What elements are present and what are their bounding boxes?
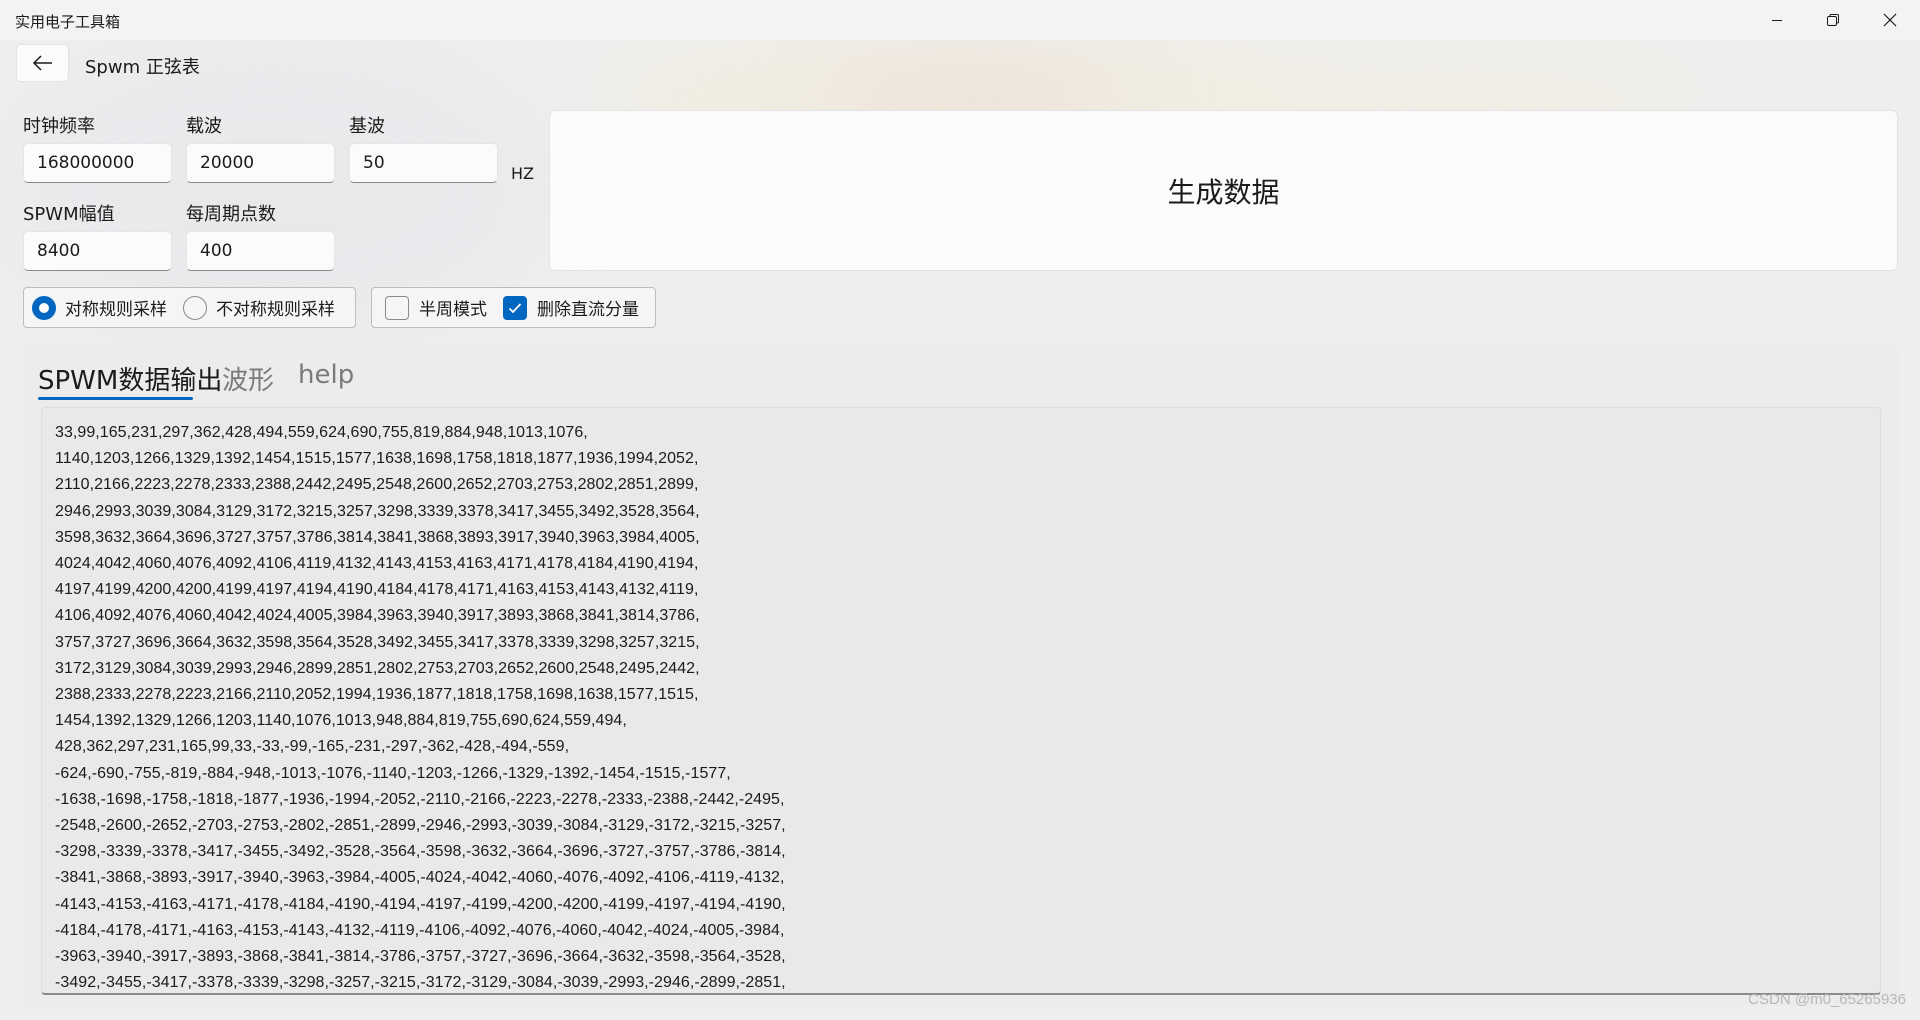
- remove-dc-label: 删除直流分量: [537, 300, 639, 320]
- unit-label: HZ: [511, 164, 534, 183]
- restore-button[interactable]: [1805, 0, 1861, 40]
- close-button[interactable]: [1862, 0, 1918, 40]
- clock-frequency-label: 时钟频率: [23, 116, 95, 137]
- spwm-output-text: 33,99,165,231,297,362,428,494,559,624,69…: [55, 420, 1865, 993]
- output-line: 1140,1203,1266,1329,1392,1454,1515,1577,…: [55, 450, 699, 468]
- points-per-cycle-label: 每周期点数: [186, 204, 276, 225]
- arrow-left-icon: [32, 55, 52, 71]
- output-line: 3172,3129,3084,3039,2993,2946,2899,2851,…: [55, 659, 700, 677]
- output-line: 4106,4092,4076,4060,4042,4024,4005,3984,…: [55, 607, 700, 625]
- checkbox-unchecked-icon: [385, 295, 409, 320]
- output-line: 3757,3727,3696,3664,3632,3598,3564,3528,…: [55, 633, 700, 651]
- output-line: 4197,4199,4200,4200,4199,4197,4194,4190,…: [55, 581, 699, 599]
- output-line: 428,362,297,231,165,99,33,-33,-99,-165,-…: [55, 738, 570, 756]
- output-line: 1454,1392,1329,1266,1203,1140,1076,1013,…: [55, 712, 627, 730]
- output-line: -4143,-4153,-4163,-4171,-4178,-4184,-419…: [55, 895, 786, 913]
- minimize-button[interactable]: [1749, 0, 1805, 40]
- radio-unselected-icon: [183, 295, 207, 320]
- output-line: 2946,2993,3039,3084,3129,3172,3215,3257,…: [55, 502, 700, 520]
- checkmark-icon: [503, 295, 527, 320]
- output-line: -3298,-3339,-3378,-3417,-3455,-3492,-352…: [55, 843, 786, 861]
- generate-data-button[interactable]: 生成数据: [549, 110, 1898, 271]
- fundamental-input[interactable]: 50: [349, 143, 498, 183]
- half-cycle-label: 半周模式: [419, 300, 487, 320]
- output-line: -624,-690,-755,-819,-884,-948,-1013,-107…: [55, 764, 731, 782]
- output-line: -1638,-1698,-1758,-1818,-1877,-1936,-199…: [55, 790, 785, 808]
- spwm-output-textbox[interactable]: 33,99,165,231,297,362,428,494,559,624,69…: [41, 407, 1881, 995]
- asymmetric-sampling-radio[interactable]: 不对称规则采样: [183, 288, 335, 327]
- fundamental-label: 基波: [349, 116, 385, 137]
- half-cycle-checkbox[interactable]: 半周模式: [385, 288, 487, 327]
- clock-frequency-input[interactable]: 168000000: [23, 143, 172, 183]
- amplitude-input[interactable]: 8400: [23, 231, 172, 271]
- output-line: 2110,2166,2223,2278,2333,2388,2442,2495,…: [55, 476, 699, 494]
- active-tab-indicator: [38, 397, 193, 400]
- app-title: 实用电子工具箱: [15, 13, 121, 31]
- watermark: CSDN @m0_65265936: [1748, 991, 1906, 1008]
- amplitude-label: SPWM幅值: [23, 204, 115, 225]
- minimize-icon: [1772, 20, 1782, 21]
- title-bar: 实用电子工具箱: [0, 0, 1920, 40]
- symmetric-sampling-label: 对称规则采样: [65, 300, 167, 320]
- output-line: -4184,-4178,-4171,-4163,-4153,-4143,-413…: [55, 921, 785, 939]
- output-line: 4024,4042,4060,4076,4092,4106,4119,4132,…: [55, 555, 699, 573]
- asymmetric-sampling-label: 不对称规则采样: [216, 300, 335, 320]
- remove-dc-checkbox[interactable]: 删除直流分量: [503, 288, 639, 327]
- points-per-cycle-input[interactable]: 400: [186, 231, 335, 271]
- output-line: 3598,3632,3664,3696,3727,3757,3786,3814,…: [55, 528, 700, 546]
- output-line: 33,99,165,231,297,362,428,494,559,624,69…: [55, 424, 588, 441]
- back-button[interactable]: [16, 44, 69, 82]
- carrier-input[interactable]: 20000: [186, 143, 335, 183]
- page-title: Spwm 正弦表: [85, 57, 200, 78]
- sampling-mode-group: 对称规则采样 不对称规则采样: [23, 287, 356, 328]
- tab-spwm-output[interactable]: SPWM数据输出: [38, 360, 222, 397]
- tab-help[interactable]: help: [298, 360, 354, 390]
- close-icon: [1883, 13, 1897, 27]
- options-group: 半周模式 删除直流分量: [371, 287, 656, 328]
- tab-waveform[interactable]: 波形: [222, 360, 274, 397]
- output-line: 2388,2333,2278,2223,2166,2110,2052,1994,…: [55, 686, 699, 704]
- output-line: -3963,-3940,-3917,-3893,-3868,-3841,-381…: [55, 948, 786, 966]
- output-line: -3841,-3868,-3893,-3917,-3940,-3963,-398…: [55, 869, 785, 887]
- symmetric-sampling-radio[interactable]: 对称规则采样: [32, 288, 167, 327]
- output-line: -3492,-3455,-3417,-3378,-3339,-3298,-325…: [55, 974, 786, 992]
- radio-selected-icon: [32, 295, 56, 320]
- output-line: -2548,-2600,-2652,-2703,-2753,-2802,-285…: [55, 817, 786, 835]
- carrier-label: 载波: [186, 116, 222, 137]
- restore-icon: [1827, 14, 1839, 26]
